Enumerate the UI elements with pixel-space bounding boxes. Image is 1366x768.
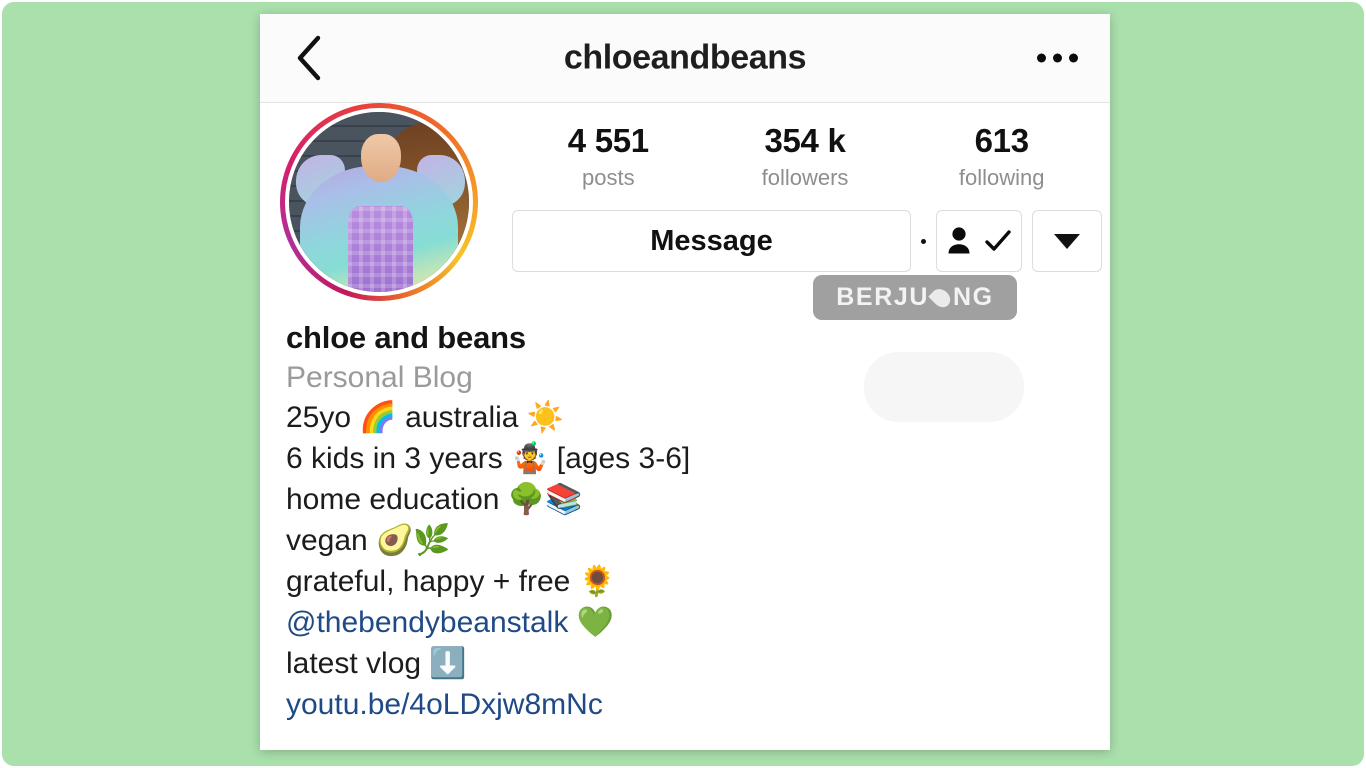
- instagram-profile-card: chloeandbeans 4 551 posts 354 k follower…: [260, 14, 1110, 750]
- avatar[interactable]: [280, 103, 478, 301]
- message-button[interactable]: Message: [512, 210, 911, 272]
- bio-website-link[interactable]: youtu.be/4oLDxjw8mNc: [286, 685, 1076, 726]
- bio-line: 6 kids in 3 years 🤹 [ages 3-6]: [286, 442, 691, 476]
- profile-stats: 4 551 posts 354 k followers 613 followin…: [510, 122, 1100, 191]
- check-icon: [984, 230, 1011, 251]
- person-check-icon: [948, 227, 969, 254]
- more-options-icon: [1069, 53, 1078, 63]
- caret-down-icon: [1054, 233, 1080, 249]
- bio-line: 25yo 🌈 australia ☀️: [286, 401, 565, 435]
- stat-followers[interactable]: 354 k followers: [707, 122, 904, 191]
- stat-posts-value: 4 551: [567, 122, 649, 159]
- bio-line: home education 🌳📚: [286, 482, 583, 516]
- avatar-photo-face: [361, 133, 401, 183]
- stat-following[interactable]: 613 following: [903, 122, 1100, 191]
- bio-category: Personal Blog: [286, 361, 473, 395]
- avatar-photo-dress: [348, 205, 414, 292]
- stat-posts[interactable]: 4 551 posts: [510, 122, 707, 191]
- separator-dot: [921, 238, 926, 244]
- page-title: chloeandbeans: [563, 38, 807, 77]
- profile-bio: chloe and beans Personal Blog 25yo 🌈 aus…: [286, 317, 1076, 726]
- bio-mention-link[interactable]: @thebendybeanstalk 💚: [286, 603, 1076, 644]
- stat-posts-label: posts: [582, 164, 635, 190]
- navigation-bar: chloeandbeans: [260, 14, 1110, 103]
- avatar-image: [285, 108, 473, 296]
- profile-header: 4 551 posts 354 k followers 613 followin…: [260, 103, 1110, 303]
- page-background: chloeandbeans 4 551 posts 354 k follower…: [0, 0, 1366, 768]
- stat-following-label: following: [958, 164, 1045, 190]
- stat-followers-label: followers: [761, 164, 849, 190]
- profile-action-buttons: Message: [512, 210, 1102, 272]
- more-options-button[interactable]: [1033, 44, 1082, 73]
- more-options-icon: [1037, 53, 1046, 63]
- stat-followers-value: 354 k: [764, 122, 846, 159]
- bio-display-name: chloe and beans: [286, 320, 526, 355]
- more-options-icon: [1053, 53, 1062, 63]
- stat-following-value: 613: [974, 122, 1029, 159]
- dropdown-button[interactable]: [1032, 210, 1102, 272]
- bio-line: grateful, happy + free 🌻: [286, 564, 617, 598]
- bio-line: latest vlog ⬇️: [286, 646, 467, 680]
- bio-line: vegan 🥑🌿: [286, 523, 451, 557]
- following-button[interactable]: [936, 210, 1022, 272]
